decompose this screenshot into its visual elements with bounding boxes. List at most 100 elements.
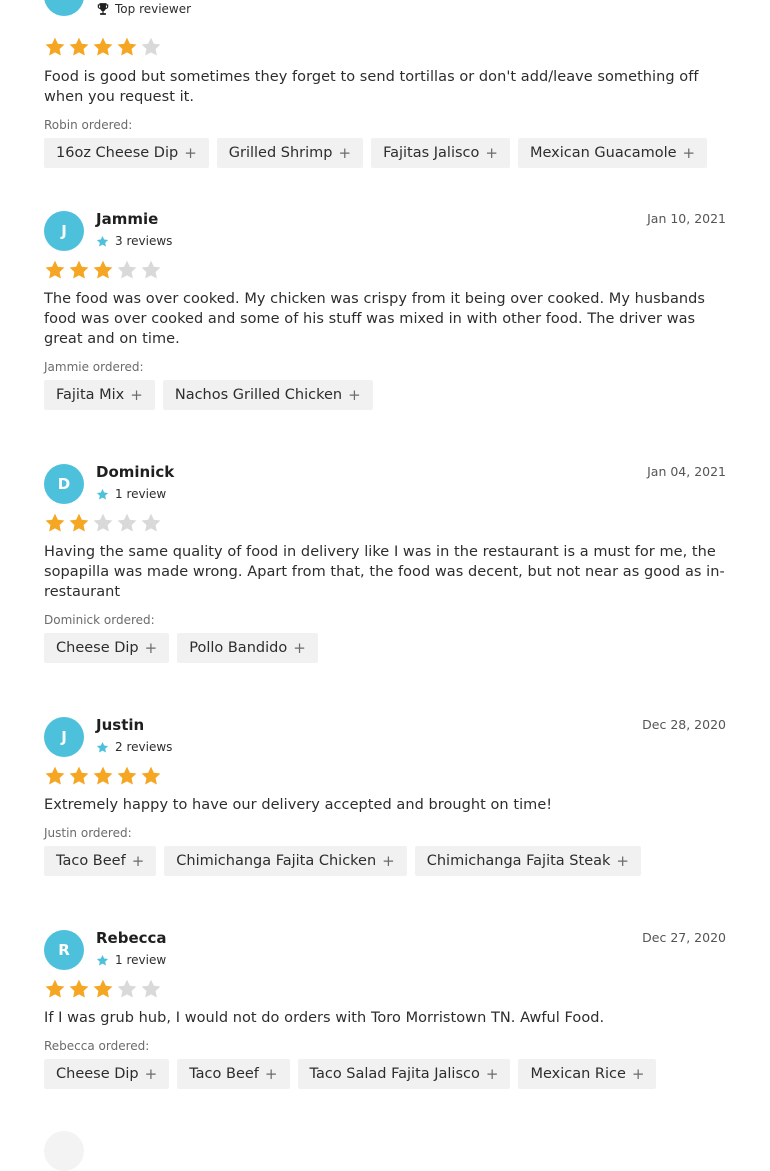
ordered-item-chip[interactable]: Fajita Mix + — [44, 380, 155, 410]
ordered-item-chip[interactable]: Pollo Bandido + — [177, 633, 318, 663]
star-filled-icon — [45, 260, 65, 279]
star-icon — [96, 954, 109, 966]
review-count-label: 3 reviews — [115, 234, 173, 248]
ordered-item-chip[interactable]: 16oz Cheese Dip + — [44, 138, 209, 168]
ordered-item-label: Mexican Guacamole — [529, 145, 677, 161]
add-item-icon[interactable]: + — [348, 386, 361, 404]
review-count: 3 reviews — [96, 234, 172, 248]
review-rebecca: R Rebecca 1 review Dec 27, 2020 If I was… — [44, 929, 726, 1089]
ordered-label: Robin ordered: — [44, 118, 133, 132]
star-icon — [96, 235, 109, 247]
ordered-items: Taco Beef + Chimichanga Fajita Chicken + Chi… — [44, 846, 726, 876]
top-reviewer-badge: Top reviewer — [96, 2, 191, 16]
ordered-item-chip[interactable]: Grilled Shrimp + — [216, 138, 364, 168]
add-item-icon[interactable]: + — [485, 144, 498, 162]
ordered-item-chip[interactable]: Taco Beef + — [44, 846, 157, 876]
review-count-label: 2 reviews — [115, 740, 173, 754]
star-icon — [96, 488, 109, 500]
ordered-items: Cheese Dip + Taco Beef + Taco Salad Fajita J… — [44, 1059, 726, 1089]
review-date: Jan 10, 2021 — [647, 211, 726, 226]
star-filled-icon — [93, 766, 113, 785]
star-filled-icon — [117, 766, 137, 785]
star-rating — [44, 765, 726, 789]
add-item-icon[interactable]: + — [145, 1065, 158, 1083]
star-filled-icon — [69, 513, 89, 532]
ordered-item-label: Fajita Mix — [56, 387, 125, 403]
ordered-items: Fajita Mix + Nachos Grilled Chicken + — [44, 380, 726, 410]
add-item-icon[interactable]: + — [683, 144, 696, 162]
review-text: Having the same quality of food in deliv… — [44, 544, 725, 600]
ordered-item-chip[interactable]: Mexican Guacamole + — [517, 138, 708, 168]
ordered-label: Jammie ordered: — [44, 360, 144, 374]
add-item-icon[interactable]: + — [293, 639, 306, 657]
reviewer-name[interactable]: Justin — [96, 716, 144, 734]
reviews-list: Top reviewer Food is good but sometimes … — [0, 0, 770, 1171]
ordered-item-chip[interactable]: Chimichanga Fajita Steak + — [414, 846, 641, 876]
ordered-item-label: Nachos Grilled Chicken — [174, 387, 343, 403]
review-text: If I was grub hub, I would not do orders… — [44, 1010, 605, 1026]
add-item-icon[interactable]: + — [382, 852, 395, 870]
ordered-item-label: Chimichanga Fajita Chicken — [176, 853, 377, 869]
ordered-items: Cheese Dip + Pollo Bandido + — [44, 633, 726, 663]
star-filled-icon — [45, 979, 65, 998]
review-text: Food is good but sometimes they forget t… — [44, 69, 699, 105]
review-date: Dec 28, 2020 — [642, 717, 726, 732]
reviewer-name[interactable]: Dominick — [96, 463, 174, 481]
star-rating — [44, 259, 726, 283]
star-empty-icon — [141, 37, 161, 56]
review-header: J Justin 2 reviews Dec 28, 2020 — [44, 716, 726, 765]
add-item-icon[interactable]: + — [184, 144, 197, 162]
ordered-item-label: Mexican Rice — [530, 1066, 626, 1082]
ordered-item-label: Fajitas Jalisco — [383, 145, 480, 161]
star-rating — [44, 36, 726, 60]
ordered-item-label: Grilled Shrimp — [228, 145, 333, 161]
star-empty-icon — [117, 979, 137, 998]
add-item-icon[interactable]: + — [145, 639, 158, 657]
trophy-icon — [97, 3, 109, 15]
reviewer-name[interactable]: Jammie — [96, 210, 158, 228]
add-item-icon[interactable]: + — [339, 144, 352, 162]
add-item-icon[interactable]: + — [130, 386, 143, 404]
add-item-icon[interactable]: + — [616, 852, 629, 870]
review-date: Jan 04, 2021 — [647, 464, 726, 479]
reviewer-name[interactable]: Rebecca — [96, 929, 167, 947]
star-empty-icon — [141, 513, 161, 532]
ordered-item-chip[interactable]: Fajitas Jalisco + — [371, 138, 510, 168]
review-text: Extremely happy to have our delivery acc… — [44, 797, 553, 813]
ordered-item-chip[interactable]: Taco Salad Fajita Jalisco + — [297, 1059, 511, 1089]
star-empty-icon — [117, 260, 137, 279]
add-item-icon[interactable]: + — [132, 852, 145, 870]
review-header: R Rebecca 1 review Dec 27, 2020 — [44, 929, 726, 978]
ordered-item-chip[interactable]: Cheese Dip + — [44, 633, 170, 663]
review-count-label: 1 review — [115, 487, 167, 501]
star-filled-icon — [45, 513, 65, 532]
avatar: R — [44, 930, 84, 970]
star-filled-icon — [69, 979, 89, 998]
ordered-items: 16oz Cheese Dip + Grilled Shrimp + Fajitas J… — [44, 138, 726, 168]
ordered-item-chip[interactable]: Taco Beef + — [177, 1059, 290, 1089]
review-text: The food was over cooked. My chicken was… — [44, 291, 705, 347]
review-header: J Jammie 3 reviews Jan 10, 2021 — [44, 210, 726, 259]
ordered-item-label: Cheese Dip — [56, 1066, 139, 1082]
ordered-item-chip[interactable]: Mexican Rice + — [518, 1059, 657, 1089]
review-dominick: D Dominick 1 review Jan 04, 2021 Having … — [44, 463, 726, 663]
star-filled-icon — [141, 766, 161, 785]
ordered-item-chip[interactable]: Nachos Grilled Chicken + — [162, 380, 373, 410]
avatar — [44, 1131, 84, 1171]
ordered-item-label: Pollo Bandido — [189, 640, 288, 656]
add-item-icon[interactable]: + — [632, 1065, 645, 1083]
ordered-item-label: Cheese Dip — [56, 640, 139, 656]
add-item-icon[interactable]: + — [265, 1065, 278, 1083]
add-item-icon[interactable]: + — [486, 1065, 499, 1083]
ordered-item-label: 16oz Cheese Dip — [56, 145, 179, 161]
star-filled-icon — [69, 260, 89, 279]
star-filled-icon — [117, 37, 137, 56]
review-jammie: J Jammie 3 reviews Jan 10, 2021 The food… — [44, 210, 726, 410]
ordered-item-chip[interactable]: Chimichanga Fajita Chicken + — [164, 846, 407, 876]
star-filled-icon — [69, 766, 89, 785]
star-empty-icon — [141, 979, 161, 998]
star-filled-icon — [69, 37, 89, 56]
review-date: Dec 27, 2020 — [642, 930, 726, 945]
ordered-label: Justin ordered: — [44, 826, 132, 840]
ordered-item-chip[interactable]: Cheese Dip + — [44, 1059, 170, 1089]
